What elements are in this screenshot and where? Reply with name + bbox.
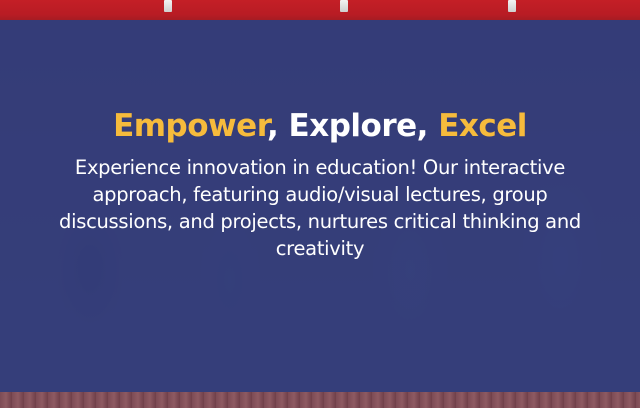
- headline-word-explore: Explore: [288, 108, 418, 144]
- hero-banner: Empower, Explore, Excel Experience innov…: [0, 0, 640, 408]
- curtain-hook-icon: [164, 0, 172, 12]
- hero-description: Experience innovation in education! Our …: [59, 156, 581, 260]
- curtain-hook-icon: [340, 0, 348, 12]
- headline-separator: ,: [416, 108, 439, 144]
- headline-separator: ,: [266, 108, 289, 144]
- headline-word-empower: Empower: [113, 108, 267, 144]
- stage-floor: [0, 392, 640, 408]
- hero-headline: Empower, Explore, Excel: [0, 108, 640, 145]
- curtain-hook-icon: [508, 0, 516, 12]
- hero-content: Empower, Explore, Excel Experience innov…: [0, 108, 640, 263]
- headline-word-excel: Excel: [438, 108, 527, 144]
